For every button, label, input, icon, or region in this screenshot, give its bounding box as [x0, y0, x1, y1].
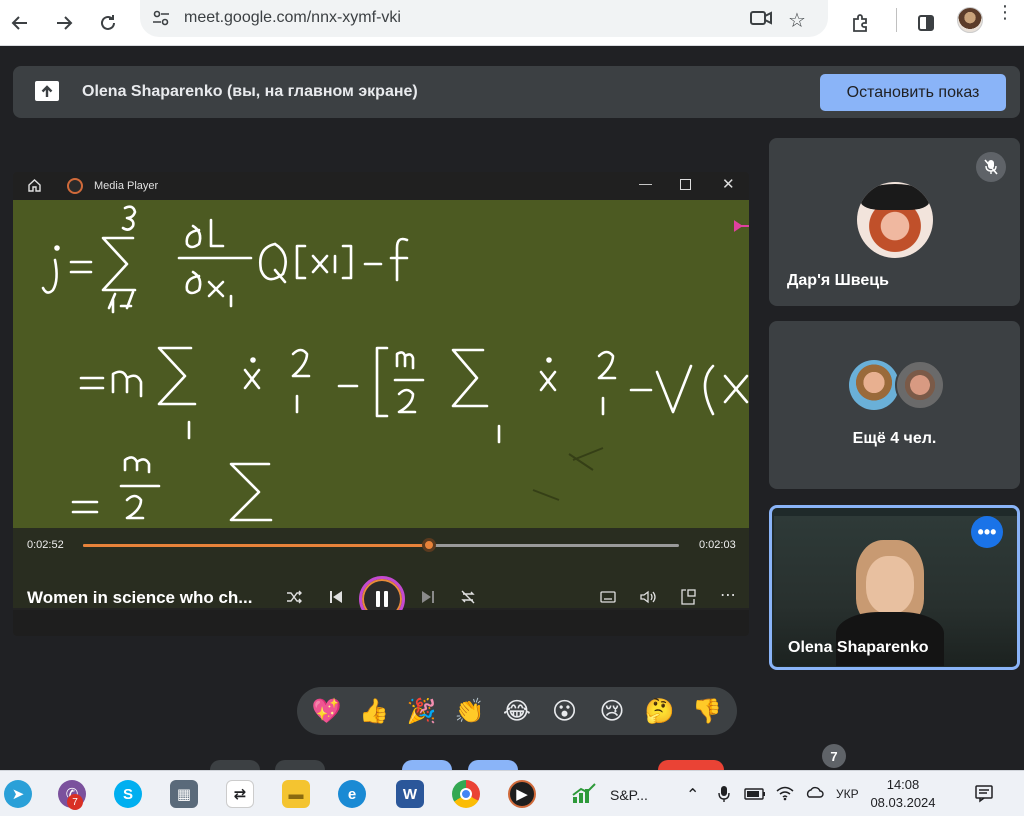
- leave-call-button[interactable]: [658, 760, 724, 770]
- site-settings-icon[interactable]: [152, 10, 170, 31]
- pause-icon: [376, 591, 388, 607]
- participant-tile-others[interactable]: Ещё 4 чел.: [769, 321, 1020, 489]
- clock-date: 08.03.2024: [870, 795, 936, 810]
- wifi-icon[interactable]: [776, 785, 794, 804]
- windows-taskbar: ➤ ✆ 7 S ▦ ⇄ ▬ e W ▶ S&P... ⌃ УКР 14:08 0…: [0, 770, 1024, 816]
- meet-control-button[interactable]: [402, 760, 452, 770]
- more-participants-label: Ещё 4 чел.: [852, 430, 937, 447]
- thumbs-up-reaction[interactable]: 👍: [353, 690, 395, 732]
- toolbar-divider: [896, 8, 897, 32]
- repeat-off-icon[interactable]: [459, 588, 477, 606]
- notifications-icon[interactable]: [974, 783, 994, 806]
- participant-tile-daria[interactable]: Дар'я Швець: [769, 138, 1020, 306]
- meet-control-button[interactable]: [275, 760, 325, 770]
- camera-icon[interactable]: [750, 10, 772, 31]
- taskbar-clock[interactable]: 14:08 08.03.2024: [870, 776, 936, 812]
- participant-name: Дар'я Швець: [787, 272, 889, 289]
- stop-presenting-button[interactable]: Остановить показ: [820, 74, 1006, 111]
- video-title: Women in science who ch...: [27, 588, 253, 607]
- mini-player-icon[interactable]: [679, 588, 697, 606]
- meet-control-button[interactable]: [468, 760, 518, 770]
- stocks-chart-icon[interactable]: [570, 780, 598, 808]
- playback-controls: 0:02:52 0:02:03 Women in science who ch.…: [13, 528, 749, 622]
- seek-bar-progress: [83, 544, 429, 547]
- reload-icon[interactable]: [92, 7, 124, 39]
- skype-icon[interactable]: S: [114, 780, 142, 808]
- viber-notification-badge: 7: [67, 794, 83, 810]
- language-indicator[interactable]: УКР: [836, 787, 859, 801]
- close-icon[interactable]: ✕: [722, 175, 735, 193]
- clock-time: 14:08: [886, 777, 920, 792]
- telegram-icon[interactable]: ➤: [4, 780, 32, 808]
- tray-expand-icon[interactable]: ⌃: [686, 785, 699, 805]
- participant-name-self: Olena Shaparenko: [788, 639, 929, 656]
- media-player-app-name: Media Player: [94, 180, 159, 192]
- maximize-icon[interactable]: [680, 179, 691, 190]
- seek-thumb[interactable]: [421, 538, 436, 552]
- menu-kebab-icon[interactable]: ⋮: [996, 3, 1014, 32]
- crying-reaction[interactable]: 😢: [591, 690, 633, 732]
- surprised-reaction[interactable]: 😮: [544, 690, 586, 732]
- clapping-hands-reaction[interactable]: 👏: [448, 690, 490, 732]
- forward-arrow-icon[interactable]: [48, 7, 80, 39]
- chrome-icon[interactable]: [452, 780, 480, 808]
- sparkling-heart-reaction[interactable]: 💖: [306, 690, 348, 732]
- extensions-icon[interactable]: [844, 7, 876, 39]
- back-arrow-icon[interactable]: [4, 7, 36, 39]
- calculator-icon[interactable]: ▦: [170, 780, 198, 808]
- onedrive-cloud-icon[interactable]: [804, 785, 824, 802]
- media-player-bottom-bar: [13, 610, 749, 636]
- minimize-icon[interactable]: —: [639, 176, 652, 191]
- presenting-banner: Olena Shaparenko (вы, на главном экране)…: [13, 66, 1020, 118]
- side-panel-icon[interactable]: [910, 7, 942, 39]
- battery-icon[interactable]: [744, 787, 766, 803]
- time-elapsed: 0:02:52: [27, 539, 64, 551]
- volume-icon[interactable]: [639, 588, 657, 606]
- more-options-icon[interactable]: ⋯: [719, 586, 737, 604]
- shuffle-icon[interactable]: [285, 588, 303, 606]
- media-player-window: Media Player — ✕ 0:02:52 0:02:03 Women i…: [13, 172, 749, 636]
- party-popper-reaction[interactable]: 🎉: [401, 690, 443, 732]
- participant-photo-other-2: [895, 360, 945, 410]
- people-count-badge: 7: [822, 744, 846, 768]
- meet-control-button[interactable]: [210, 760, 260, 770]
- word-icon[interactable]: W: [396, 780, 424, 808]
- media-player-titlebar: Media Player — ✕: [13, 172, 749, 200]
- mic-off-icon: [976, 152, 1006, 182]
- subtitles-icon[interactable]: [599, 588, 617, 606]
- sync-app-icon[interactable]: ⇄: [226, 780, 254, 808]
- browser-toolbar: meet.google.com/nnx-xymf-vki ☆ ⋮: [0, 0, 1024, 46]
- address-bar[interactable]: meet.google.com/nnx-xymf-vki ☆: [140, 0, 828, 37]
- present-screen-icon: [34, 80, 60, 107]
- participant-tile-self[interactable]: ••• Olena Shaparenko: [769, 505, 1020, 670]
- thinking-reaction[interactable]: 🤔: [639, 690, 681, 732]
- stocks-label[interactable]: S&P...: [610, 787, 648, 803]
- home-icon[interactable]: [27, 178, 42, 198]
- more-options-button[interactable]: •••: [971, 516, 1003, 548]
- participant-photo-daria: [857, 182, 933, 258]
- previous-track-icon[interactable]: [327, 588, 345, 606]
- file-explorer-icon[interactable]: ▬: [282, 780, 310, 808]
- reactions-bar: 💖 👍 🎉 👏 😂 😮 😢 🤔 👎: [297, 687, 737, 735]
- url-text[interactable]: meet.google.com/nnx-xymf-vki: [184, 9, 401, 27]
- edge-icon[interactable]: e: [338, 780, 366, 808]
- bookmark-star-icon[interactable]: ☆: [788, 8, 806, 33]
- microphone-tray-icon[interactable]: [718, 785, 730, 806]
- next-track-icon[interactable]: [419, 588, 437, 606]
- participant-photo-other-1: [849, 360, 899, 410]
- profile-avatar[interactable]: [957, 7, 983, 33]
- time-remaining: 0:02:03: [699, 539, 736, 551]
- media-player-taskbar-icon[interactable]: ▶: [508, 780, 536, 808]
- laughing-reaction[interactable]: 😂: [496, 690, 538, 732]
- media-player-logo-icon: [67, 178, 83, 194]
- seek-bar[interactable]: [83, 538, 679, 552]
- presenting-title: Olena Shaparenko (вы, на главном экране): [82, 83, 418, 100]
- thumbs-down-reaction[interactable]: 👎: [686, 690, 728, 732]
